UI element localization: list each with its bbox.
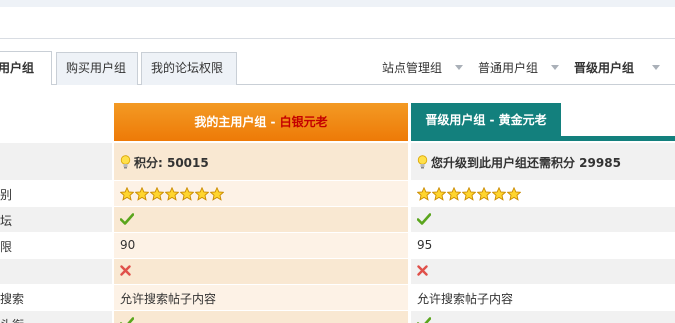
upgrade-value-cell — [411, 181, 675, 206]
upgrade-value-text: 允许搜索帖子内容 — [417, 292, 514, 306]
tab-label: 购买用户组 — [66, 61, 127, 75]
caret-down-icon[interactable] — [551, 65, 559, 70]
check-icon — [417, 317, 431, 323]
row-label: 坛 — [0, 214, 13, 228]
top-divider — [0, 38, 675, 39]
upgrade-points-text: 您升级到此用户组还需积分 29985 — [431, 156, 621, 170]
nav-label: 晋级用户组 — [574, 61, 635, 75]
main-value-cell — [114, 259, 408, 284]
tab-label: 用户组 — [0, 61, 35, 75]
star-icon — [150, 187, 164, 201]
main-points-text: 积分: 50015 — [134, 156, 209, 170]
table-row: 搜索 允许搜索帖子内容 允许搜索帖子内容 — [0, 285, 675, 310]
current-group-name: 白银元老 — [279, 115, 328, 129]
upgrade-permission-icon — [417, 317, 431, 323]
tab-label: 我的论坛权限 — [151, 61, 224, 75]
star-icon — [477, 187, 491, 201]
upgrade-permission-icon — [417, 265, 428, 279]
main-points: 积分: 50015 — [120, 154, 209, 171]
nav-admin-groups[interactable]: 站点管理组 — [382, 59, 442, 77]
star-icon — [165, 187, 179, 201]
bulb-icon — [417, 155, 428, 169]
row-label: 搜索 — [0, 292, 25, 306]
row-label: 限 — [0, 240, 13, 254]
nav-label: 普通用户组 — [478, 61, 539, 75]
tab-forum-permissions[interactable]: 我的论坛权限 — [141, 52, 237, 85]
star-icon — [210, 187, 224, 201]
table-row: 限 90 95 — [0, 233, 675, 258]
nav-label: 站点管理组 — [382, 61, 443, 75]
row-label-cell — [0, 143, 112, 180]
cross-icon — [417, 265, 428, 276]
main-value-cell — [114, 181, 408, 206]
star-icon — [135, 187, 149, 201]
main-value-text: 90 — [120, 238, 136, 252]
upgrade-rating-stars — [417, 187, 522, 202]
check-icon — [120, 213, 134, 225]
column-header-my-group: 我的主用户组 - 白银元老 — [114, 103, 408, 141]
star-icon — [507, 187, 521, 201]
upgrade-points: 您升级到此用户组还需积分 29985 — [417, 154, 621, 171]
main-value-cell: 90 — [114, 233, 408, 258]
row-label-cell: 别 — [0, 181, 112, 206]
top-strip — [0, 0, 675, 7]
bulb-icon — [120, 155, 131, 169]
table-row: 积分: 50015 您升级到此用户组还需积分 29985 — [0, 143, 675, 180]
row-label-cell: 头衔 — [0, 311, 112, 323]
upgrade-value-cell — [411, 259, 675, 284]
column-header-upgrade-group: 晋级用户组 - 黄金元老 — [411, 103, 561, 138]
star-icon — [180, 187, 194, 201]
upgrade-value-cell: 允许搜索帖子内容 — [411, 285, 675, 310]
header-underline — [411, 136, 675, 141]
check-icon — [417, 213, 431, 225]
star-icon — [417, 187, 431, 201]
nav-normal-groups[interactable]: 普通用户组 — [478, 59, 538, 77]
star-icon — [447, 187, 461, 201]
upgrade-value-cell — [411, 207, 675, 232]
main-value-cell — [114, 207, 408, 232]
check-icon — [120, 317, 134, 323]
star-icon — [492, 187, 506, 201]
main-rating-stars — [120, 187, 225, 202]
upgrade-value-cell: 95 — [411, 233, 675, 258]
tab-my-group[interactable]: 用户组 — [0, 51, 52, 85]
upgrade-value-text: 95 — [417, 238, 433, 252]
tab-buy-group[interactable]: 购买用户组 — [56, 52, 138, 85]
main-permission-icon — [120, 265, 131, 279]
header-title: 晋级用户组 - 黄金元老 — [425, 113, 547, 127]
upgrade-value-cell — [411, 311, 675, 323]
star-icon — [432, 187, 446, 201]
main-value-text: 允许搜索帖子内容 — [120, 292, 217, 306]
main-value-cell: 允许搜索帖子内容 — [114, 285, 408, 310]
main-value-cell: 积分: 50015 — [114, 143, 408, 180]
row-label: 头衔 — [0, 316, 24, 323]
star-icon — [195, 187, 209, 201]
upgrade-permission-icon — [417, 213, 431, 228]
row-label-cell: 坛 — [0, 207, 112, 232]
main-permission-icon — [120, 213, 134, 228]
cross-icon — [120, 265, 131, 276]
main-value-cell — [114, 311, 408, 323]
nav-upgrade-groups[interactable]: 晋级用户组 — [574, 59, 634, 77]
table-row: 别 — [0, 181, 675, 206]
table-row: 坛 — [0, 207, 675, 232]
caret-down-icon[interactable] — [652, 65, 660, 70]
row-label: 别 — [0, 188, 13, 202]
table-row: 头衔 — [0, 311, 675, 323]
header-prefix: 我的主用户组 - — [194, 115, 280, 129]
row-label-cell — [0, 259, 112, 284]
row-label-cell: 搜索 — [0, 285, 112, 310]
upgrade-value-cell: 您升级到此用户组还需积分 29985 — [411, 143, 675, 180]
star-icon — [462, 187, 476, 201]
table-row — [0, 259, 675, 284]
star-icon — [120, 187, 134, 201]
row-label-cell: 限 — [0, 233, 112, 258]
caret-down-icon[interactable] — [455, 65, 463, 70]
main-permission-icon — [120, 317, 134, 323]
